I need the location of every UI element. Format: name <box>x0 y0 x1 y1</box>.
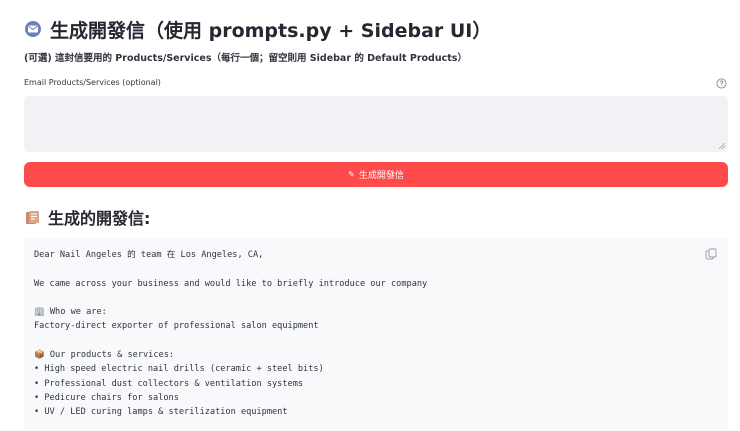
email-line: 🏢 Who we are: <box>34 307 107 318</box>
email-line: • Pedicure chairs for salons <box>34 392 179 403</box>
email-line: We came across your business and would l… <box>34 278 428 289</box>
email-line <box>34 334 718 348</box>
email-line <box>34 262 718 276</box>
envelope-icon <box>25 21 41 37</box>
email-line: Factory-direct exporter of professional … <box>34 321 319 332</box>
copy-icon[interactable] <box>705 248 717 260</box>
email-line: • High speed electric nail drills (ceram… <box>34 364 324 375</box>
email-products-label: Email Products/Services (optional) <box>24 78 161 87</box>
email-line: Dear Nail Angeles 的 team 在 Los Angeles, … <box>34 250 264 260</box>
email-line: • UV / LED curing lamps & sterilization … <box>34 407 288 418</box>
generated-email-block: Dear Nail Angeles 的 team 在 Los Angeles, … <box>24 238 728 431</box>
generate-email-button-label: 生成開發信 <box>358 171 404 181</box>
letter-icon <box>26 210 39 224</box>
pencil-icon: ✎ <box>348 170 355 179</box>
result-heading-text: 生成的開發信: <box>48 209 151 228</box>
products-subtitle: (可選) 這封信要用的 Products/Services（每行一個；留空則用 … <box>24 53 467 64</box>
generate-email-button[interactable]: ✎ 生成開發信 <box>24 162 728 187</box>
result-heading: 生成的開發信: <box>24 204 150 230</box>
resize-handle-icon[interactable] <box>718 142 726 150</box>
email-line <box>34 291 718 305</box>
page-title-text: 生成開發信（使用 prompts.py + Sidebar UI） <box>50 19 492 42</box>
email-products-input[interactable] <box>24 96 728 152</box>
email-line: 📦 Our products & services: <box>34 350 175 361</box>
page-title: 生成開發信（使用 prompts.py + Sidebar UI） <box>24 14 491 44</box>
help-icon[interactable] <box>716 78 727 89</box>
email-line: • Professional dust collectors & ventila… <box>34 378 304 389</box>
